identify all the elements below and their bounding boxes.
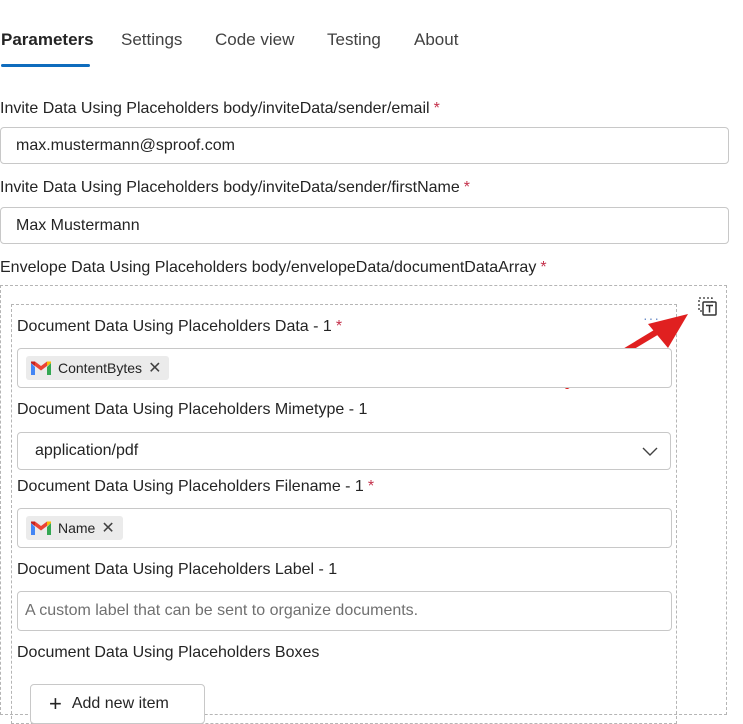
sender-first-name-value: Max Mustermann bbox=[16, 216, 140, 234]
sender-first-name-input[interactable]: Max Mustermann bbox=[0, 207, 729, 244]
document-mimetype-dropdown[interactable]: application/pdf bbox=[17, 432, 671, 470]
remove-token-icon[interactable]: ✕ bbox=[101, 518, 114, 538]
required-mark: * bbox=[540, 259, 547, 276]
document-mimetype-label: Document Data Using Placeholders Mimetyp… bbox=[17, 401, 368, 418]
name-token-label: Name bbox=[58, 520, 96, 536]
sender-email-value: max.mustermann@sproof.com bbox=[16, 136, 235, 154]
document-data-array-label: Envelope Data Using Placeholders body/en… bbox=[0, 259, 547, 277]
sender-first-name-label: Invite Data Using Placeholders body/invi… bbox=[0, 179, 470, 197]
document-filename-input[interactable]: Name ✕ bbox=[17, 508, 672, 548]
tab-testing[interactable]: Testing bbox=[327, 30, 381, 50]
active-tab-indicator bbox=[1, 64, 90, 67]
document-data-input[interactable]: ContentBytes ✕ bbox=[17, 348, 672, 388]
name-token[interactable]: Name ✕ bbox=[26, 516, 123, 540]
required-mark: * bbox=[463, 179, 471, 196]
required-mark: * bbox=[335, 318, 343, 335]
document-filename-label-text: Document Data Using Placeholders Filenam… bbox=[17, 478, 364, 495]
add-new-item-label: Add new item bbox=[71, 695, 169, 712]
document-data-label-text: Document Data Using Placeholders Data - … bbox=[17, 318, 332, 335]
sender-first-name-label-text: Invite Data Using Placeholders body/invi… bbox=[0, 179, 460, 196]
plus-icon: + bbox=[49, 691, 62, 716]
tab-bar: Parameters Settings Code view Testing Ab… bbox=[0, 24, 743, 68]
switch-to-text-mode-icon[interactable] bbox=[696, 295, 720, 319]
gmail-icon bbox=[31, 521, 51, 535]
tab-about[interactable]: About bbox=[414, 30, 458, 50]
content-bytes-token-label: ContentBytes bbox=[58, 360, 143, 376]
document-boxes-label: Document Data Using Placeholders Boxes bbox=[17, 644, 320, 661]
document-custom-label-placeholder: A custom label that can be sent to organ… bbox=[25, 602, 419, 619]
tab-code-view[interactable]: Code view bbox=[215, 30, 294, 50]
content-bytes-token[interactable]: ContentBytes ✕ bbox=[26, 356, 170, 380]
required-mark: * bbox=[433, 100, 440, 117]
document-data-array-label-text: Envelope Data Using Placeholders body/en… bbox=[0, 259, 537, 276]
chevron-down-icon bbox=[642, 447, 658, 456]
tab-parameters[interactable]: Parameters bbox=[1, 30, 94, 50]
gmail-icon bbox=[31, 361, 51, 375]
add-new-item-button[interactable]: + Add new item bbox=[30, 684, 205, 724]
sender-email-label: Invite Data Using Placeholders body/invi… bbox=[0, 100, 440, 118]
sender-email-label-text: Invite Data Using Placeholders body/invi… bbox=[0, 100, 430, 117]
document-custom-label-input[interactable]: A custom label that can be sent to organ… bbox=[17, 591, 672, 631]
sender-email-input[interactable]: max.mustermann@sproof.com bbox=[0, 127, 729, 164]
document-mimetype-value: application/pdf bbox=[35, 442, 139, 459]
tab-settings[interactable]: Settings bbox=[121, 30, 182, 50]
remove-token-icon[interactable]: ✕ bbox=[148, 358, 161, 378]
document-data-label: Document Data Using Placeholders Data - … bbox=[17, 318, 342, 336]
required-mark: * bbox=[367, 478, 375, 495]
document-custom-label-label: Document Data Using Placeholders Label -… bbox=[17, 561, 338, 578]
document-filename-label: Document Data Using Placeholders Filenam… bbox=[17, 478, 374, 496]
